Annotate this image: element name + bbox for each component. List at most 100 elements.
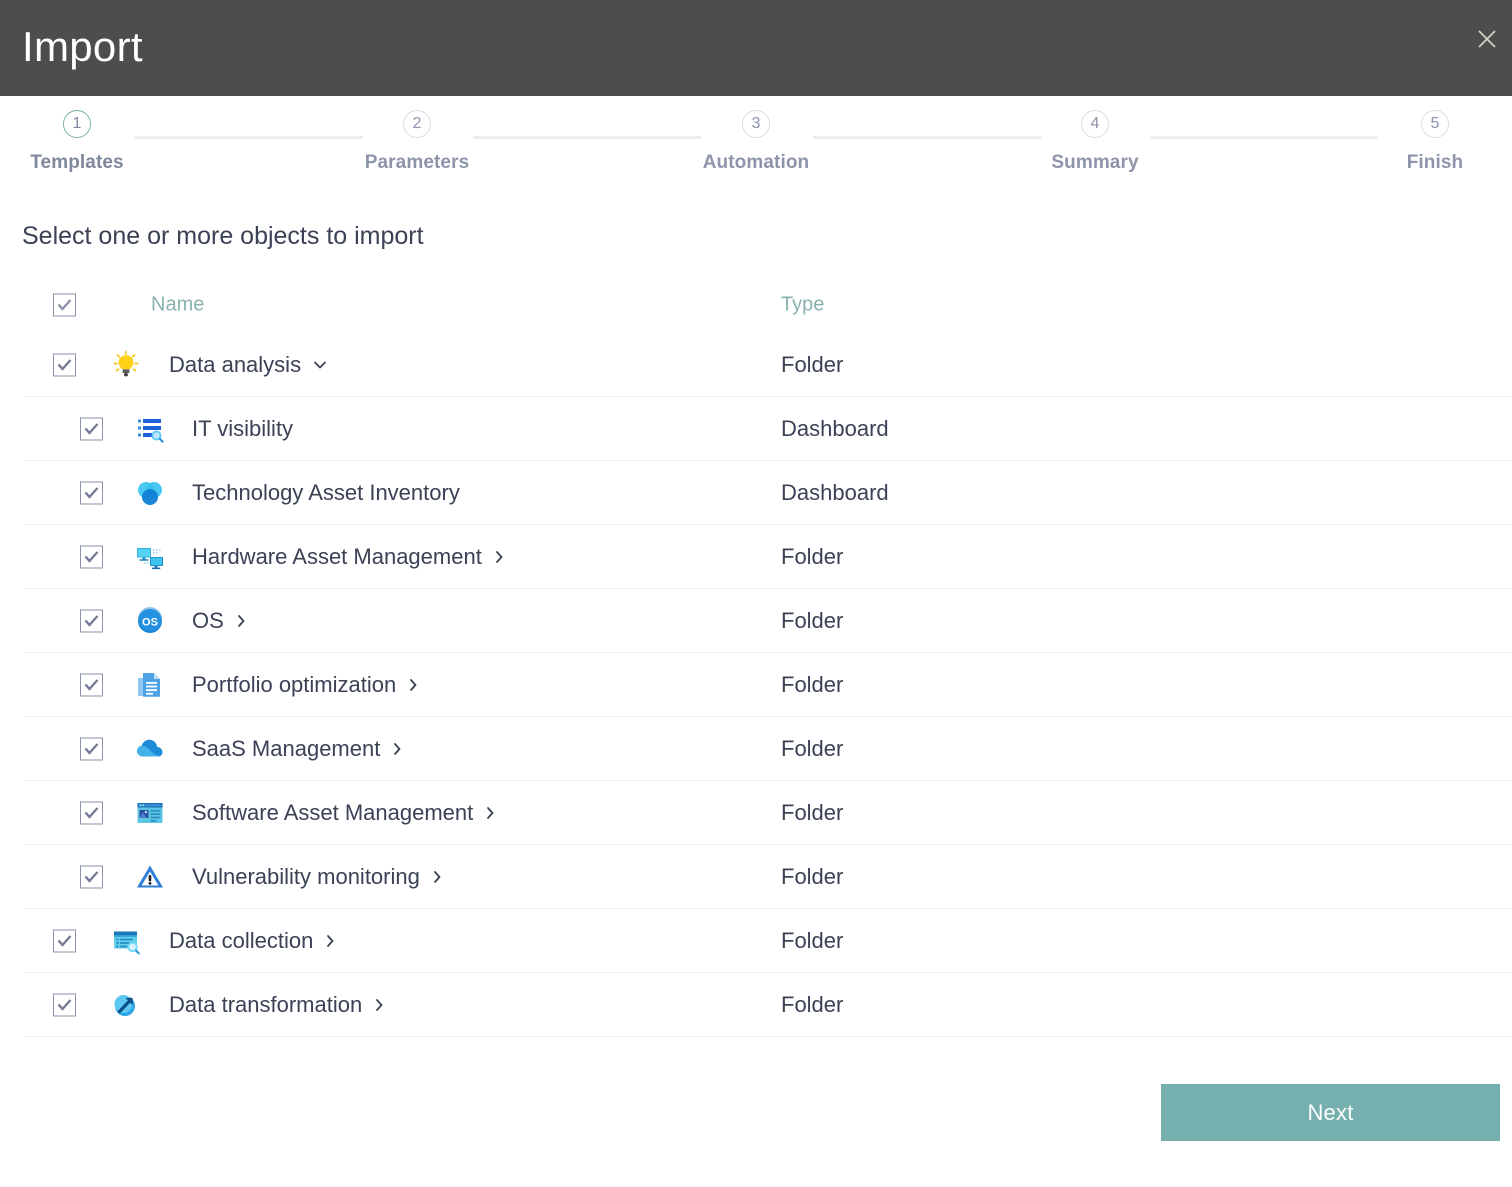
row-type: Folder <box>781 927 844 953</box>
table-row[interactable]: Data collection Folder <box>24 909 1512 973</box>
row-name[interactable]: OS <box>192 608 246 634</box>
step-label: Summary <box>1051 152 1139 173</box>
close-icon[interactable] <box>1470 22 1504 56</box>
arrow-circle-icon <box>110 989 142 1021</box>
chevron-right-icon[interactable] <box>494 550 504 564</box>
row-name-text: Data analysis <box>169 351 302 377</box>
row-checkbox[interactable] <box>80 737 103 760</box>
row-checkbox[interactable] <box>80 673 103 696</box>
row-type: Dashboard <box>781 415 889 441</box>
row-type: Dashboard <box>781 479 889 505</box>
row-name-text: Data collection <box>169 927 314 953</box>
row-checkbox[interactable] <box>80 609 103 632</box>
step-number: 1 <box>63 110 91 138</box>
row-name-text: Technology Asset Inventory <box>192 479 460 505</box>
row-type: Folder <box>781 671 844 697</box>
table-row[interactable]: Data analysis Folder <box>24 333 1512 397</box>
table-row[interactable]: Portfolio optimization Folder <box>24 653 1512 717</box>
row-type: Folder <box>781 607 844 633</box>
chevron-down-icon[interactable] <box>313 360 327 370</box>
step-number: 4 <box>1081 110 1109 138</box>
os-badge-icon: OS <box>134 605 166 637</box>
row-name[interactable]: Vulnerability monitoring <box>192 864 442 890</box>
venn-circles-icon <box>134 477 166 509</box>
row-type: Folder <box>781 735 844 761</box>
row-checkbox[interactable] <box>80 865 103 888</box>
stepper-connector <box>473 136 701 139</box>
stepper-step-templates[interactable]: 1 Templates <box>0 96 157 174</box>
window-app-icon <box>134 797 166 829</box>
dialog-title-bar: Import <box>0 0 1512 96</box>
window-search-icon <box>110 925 142 957</box>
row-name[interactable]: Hardware Asset Management <box>192 544 504 570</box>
select-all-checkbox[interactable] <box>53 293 76 316</box>
row-type: Folder <box>781 863 844 889</box>
svg-text:OS: OS <box>142 616 158 628</box>
row-name-text: Hardware Asset Management <box>192 543 482 569</box>
table-row[interactable]: Hardware Asset Management Folder <box>24 525 1512 589</box>
table-row[interactable]: Vulnerability monitoring Folder <box>24 845 1512 909</box>
row-checkbox[interactable] <box>53 929 76 952</box>
row-checkbox[interactable] <box>80 481 103 504</box>
row-name-text: Software Asset Management <box>192 799 474 825</box>
next-button[interactable]: Next <box>1161 1084 1500 1141</box>
chevron-right-icon[interactable] <box>236 614 246 628</box>
row-name[interactable]: Portfolio optimization <box>192 672 418 698</box>
table-row[interactable]: OS OS Folder <box>24 589 1512 653</box>
warning-triangle-icon <box>134 861 166 893</box>
table-row[interactable]: Software Asset Management Folder <box>24 781 1512 845</box>
row-checkbox[interactable] <box>80 801 103 824</box>
row-checkbox[interactable] <box>53 353 76 376</box>
table-row[interactable]: SaaS Management Folder <box>24 717 1512 781</box>
monitors-network-icon <box>134 541 166 573</box>
step-label: Automation <box>702 152 810 173</box>
row-name[interactable]: Data transformation <box>169 992 384 1018</box>
table-row[interactable]: IT visibility Dashboard <box>24 397 1512 461</box>
row-checkbox[interactable] <box>80 417 103 440</box>
chevron-right-icon[interactable] <box>485 806 495 820</box>
row-name[interactable]: SaaS Management <box>192 736 402 762</box>
row-name[interactable]: Data analysis <box>169 352 327 378</box>
dialog-title: Import <box>22 23 143 70</box>
row-name-text: IT visibility <box>192 415 294 441</box>
stepper-connector <box>135 136 363 139</box>
chevron-right-icon[interactable] <box>432 870 442 884</box>
row-checkbox[interactable] <box>80 545 103 568</box>
stepper-step-summary[interactable]: 4 Summary <box>1015 96 1175 174</box>
row-name-text: Data transformation <box>169 991 363 1017</box>
table-header-row: Name Type <box>24 276 1512 333</box>
documents-icon <box>134 669 166 701</box>
row-name[interactable]: Data collection <box>169 928 335 954</box>
step-number: 3 <box>742 110 770 138</box>
row-name-text: Portfolio optimization <box>192 671 397 697</box>
row-name[interactable]: Technology Asset Inventory <box>192 480 460 506</box>
instruction-text: Select one or more objects to import <box>22 222 424 250</box>
chevron-right-icon[interactable] <box>408 678 418 692</box>
row-name[interactable]: IT visibility <box>192 416 293 442</box>
chevron-right-icon[interactable] <box>374 998 384 1012</box>
row-name-text: SaaS Management <box>192 735 381 761</box>
stepper-step-automation[interactable]: 3 Automation <box>676 96 836 174</box>
chevron-right-icon[interactable] <box>392 742 402 756</box>
step-label: Parameters <box>364 152 470 173</box>
objects-table: Name Type Data analysis Folder IT visibi… <box>0 276 1512 1037</box>
stepper-step-parameters[interactable]: 2 Parameters <box>337 96 497 174</box>
row-type: Folder <box>781 799 844 825</box>
row-name[interactable]: Software Asset Management <box>192 800 495 826</box>
step-number: 5 <box>1421 110 1449 138</box>
table-row[interactable]: Technology Asset Inventory Dashboard <box>24 461 1512 525</box>
row-type: Folder <box>781 543 844 569</box>
wizard-stepper: 1 Templates 2 Parameters 3 Automation 4 … <box>0 96 1512 192</box>
row-name-text: OS <box>192 607 224 633</box>
list-search-icon <box>134 413 166 445</box>
step-label: Finish <box>1406 152 1464 173</box>
stepper-connector <box>813 136 1041 139</box>
chevron-right-icon[interactable] <box>325 934 335 948</box>
stepper-step-finish[interactable]: 5 Finish <box>1355 96 1512 174</box>
cloud-icon <box>134 733 166 765</box>
step-number: 2 <box>403 110 431 138</box>
column-header-type[interactable]: Type <box>781 293 824 316</box>
row-checkbox[interactable] <box>53 993 76 1016</box>
table-row[interactable]: Data transformation Folder <box>24 973 1512 1037</box>
column-header-name[interactable]: Name <box>151 293 204 316</box>
